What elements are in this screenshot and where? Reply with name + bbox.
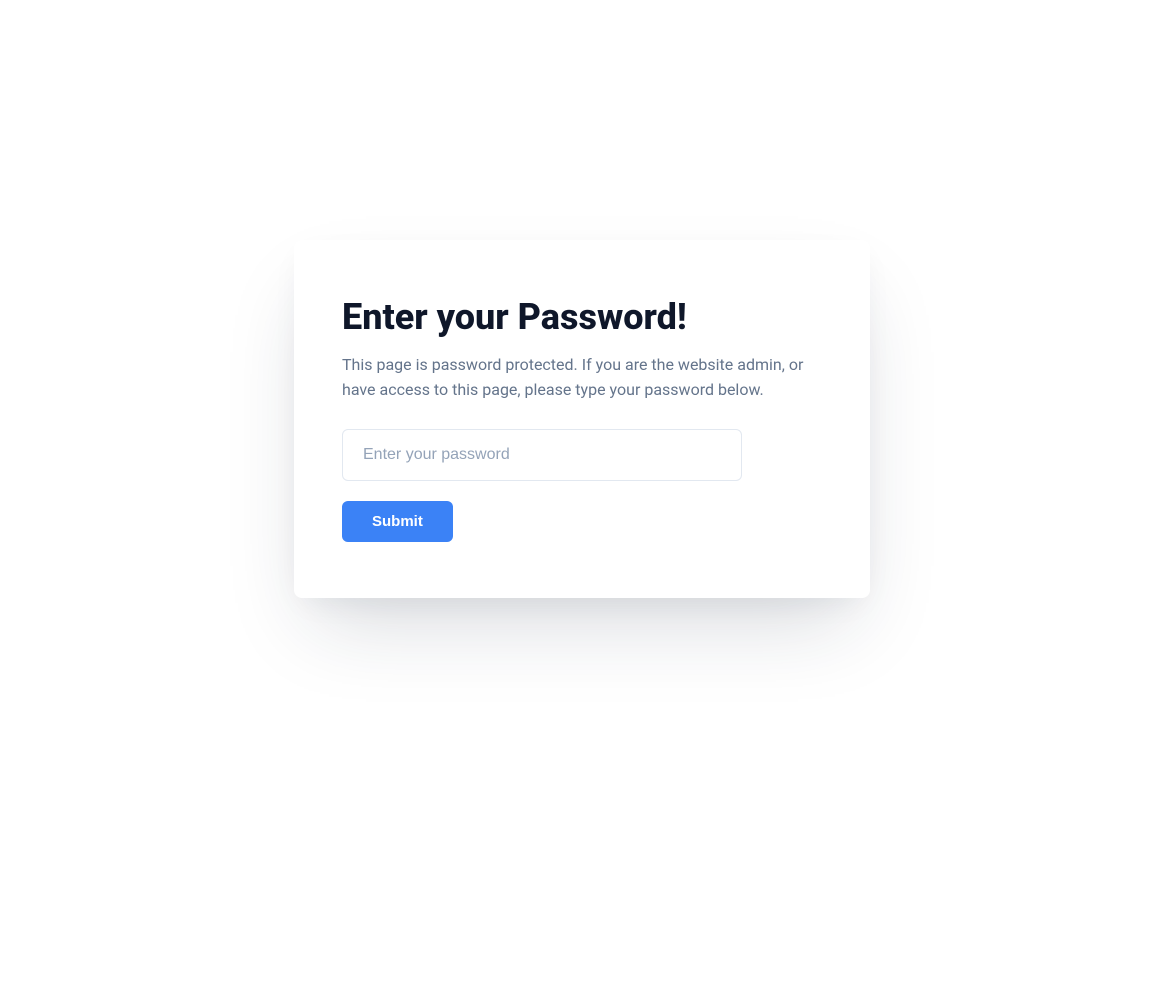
- submit-button[interactable]: Submit: [342, 501, 453, 542]
- card-title: Enter your Password!: [342, 296, 822, 339]
- password-input[interactable]: [342, 429, 742, 481]
- password-card: Enter your Password! This page is passwo…: [294, 240, 870, 598]
- card-description: This page is password protected. If you …: [342, 353, 822, 403]
